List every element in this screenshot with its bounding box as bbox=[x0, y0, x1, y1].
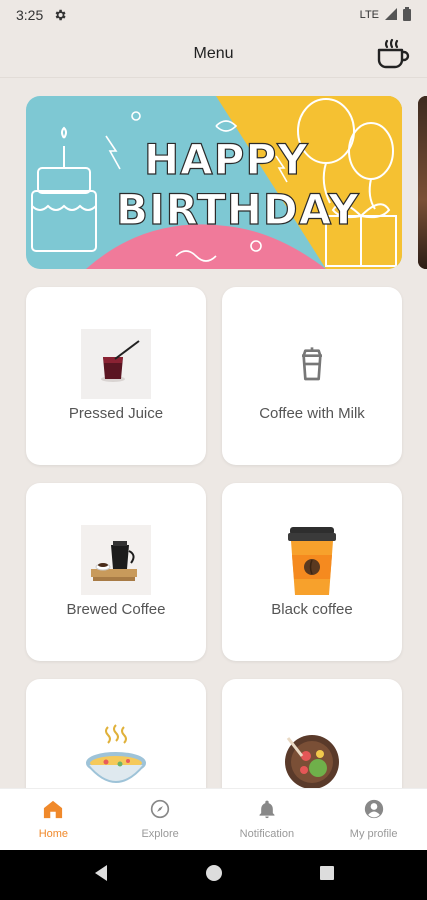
system-navigation-bar bbox=[0, 850, 427, 900]
page-title: Menu bbox=[193, 44, 234, 62]
birthday-banner[interactable]: HAPPY BIRTHDAY bbox=[26, 96, 402, 269]
bell-icon bbox=[257, 799, 277, 824]
menu-card-label: Black coffee bbox=[271, 601, 353, 618]
nav-home[interactable]: Home bbox=[0, 789, 107, 850]
banner-line-2: BIRTHDAY bbox=[116, 185, 360, 234]
menu-card-salad[interactable] bbox=[222, 679, 402, 788]
nav-explore[interactable]: Explore bbox=[107, 789, 214, 850]
salad-bowl-icon bbox=[277, 727, 347, 788]
nav-profile-label: My profile bbox=[349, 828, 398, 840]
menu-card-brewed-coffee[interactable]: Brewed Coffee bbox=[26, 483, 206, 661]
nav-notification-label: Notification bbox=[239, 828, 295, 840]
compass-icon bbox=[150, 799, 170, 824]
signal-icon bbox=[385, 7, 397, 23]
brewed-coffee-image bbox=[81, 525, 151, 595]
pressed-juice-image bbox=[81, 329, 151, 399]
home-circle-icon[interactable] bbox=[205, 864, 223, 887]
soup-bowl-icon bbox=[81, 721, 151, 788]
next-banner-peek[interactable] bbox=[418, 96, 427, 269]
banner-line-1: HAPPY bbox=[144, 135, 309, 184]
takeaway-cup-icon bbox=[277, 329, 347, 399]
menu-card-label: Coffee with Milk bbox=[259, 405, 365, 422]
recents-square-icon[interactable] bbox=[319, 865, 335, 886]
nav-notification[interactable]: Notification bbox=[214, 789, 321, 850]
settings-gear-icon bbox=[53, 8, 67, 22]
nav-profile[interactable]: My profile bbox=[320, 789, 427, 850]
black-coffee-cup-icon bbox=[277, 525, 347, 595]
menu-card-coffee-with-milk[interactable]: Coffee with Milk bbox=[222, 287, 402, 465]
app-bar: Menu bbox=[0, 30, 427, 78]
menu-card-soup[interactable] bbox=[26, 679, 206, 788]
menu-card-label: Pressed Juice bbox=[68, 405, 164, 422]
status-time: 3:25 bbox=[16, 7, 44, 23]
status-bar: 3:25 LTE bbox=[0, 0, 427, 30]
network-type: LTE bbox=[359, 9, 379, 21]
profile-icon bbox=[364, 799, 384, 824]
menu-card-pressed-juice[interactable]: Pressed Juice bbox=[26, 287, 206, 465]
nav-explore-label: Explore bbox=[141, 828, 179, 840]
back-icon[interactable] bbox=[93, 864, 109, 887]
battery-icon bbox=[403, 6, 411, 24]
bottom-navigation: Home Explore Notification My profile bbox=[0, 788, 427, 850]
menu-card-black-coffee[interactable]: Black coffee bbox=[222, 483, 402, 661]
nav-home-label: Home bbox=[38, 828, 69, 840]
home-icon bbox=[42, 799, 64, 824]
coffee-cup-icon[interactable] bbox=[373, 36, 413, 72]
menu-content[interactable]: HAPPY BIRTHDAY Pressed Juice Coffee with… bbox=[0, 78, 427, 788]
menu-card-label: Brewed Coffee bbox=[66, 601, 166, 618]
